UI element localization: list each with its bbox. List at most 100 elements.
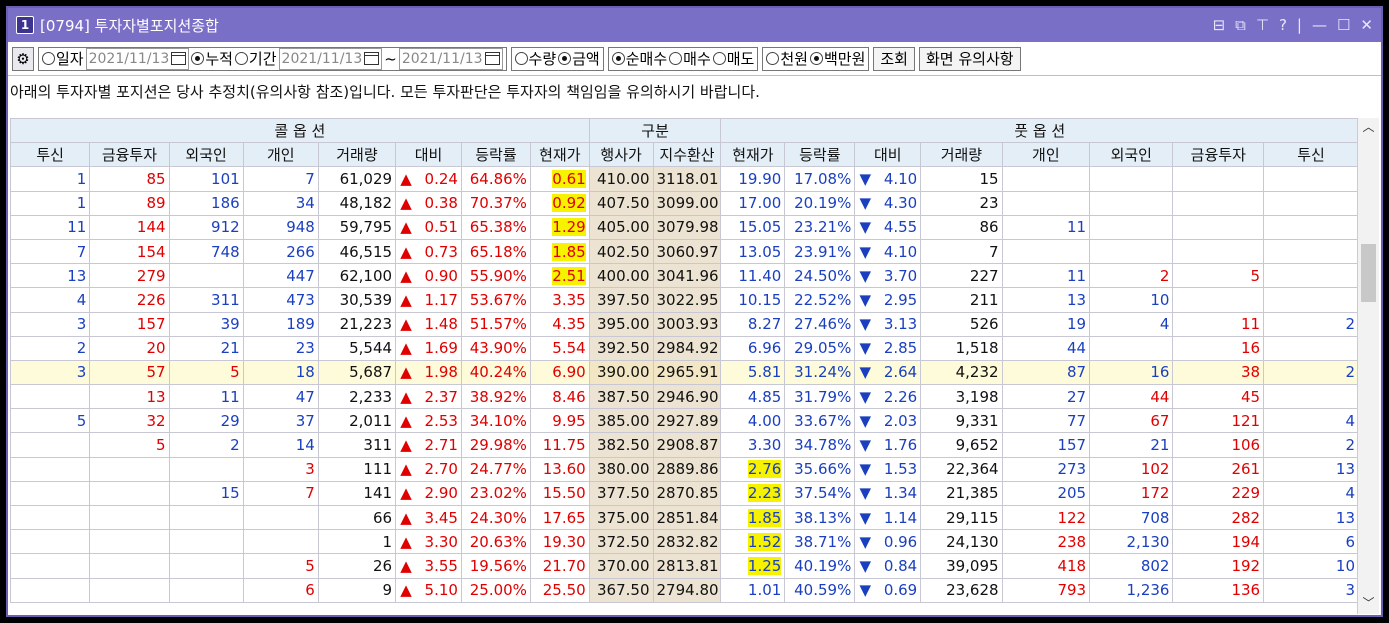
table-row[interactable]: 3 111 ▲ 2.70 24.77% 13.60 380.00 2889.86 2.76 35.… bbox=[10, 456, 1359, 482]
table-cell: 4.00 bbox=[720, 408, 786, 434]
table-row[interactable]: 1 85 101 7 61,029 ▲ 0.24 64.86% 0.61 410.00 3118.0… bbox=[10, 166, 1359, 192]
table-cell: 186 bbox=[168, 190, 244, 216]
screen-notice-button[interactable]: 화면 유의사항 bbox=[918, 46, 1021, 71]
radio-buy[interactable]: 매수 bbox=[669, 48, 711, 69]
table-row[interactable]: 15 7 141 ▲ 2.90 23.02% 15.50 377.50 2870.85 2.23 3… bbox=[10, 480, 1359, 507]
table-row[interactable]: 5 26 ▲ 3.55 19.56% 21.70 370.00 2813.81 1.25 40.1… bbox=[10, 553, 1359, 579]
column-header[interactable]: 투신 bbox=[10, 142, 91, 168]
up-arrow-icon: ▲ bbox=[400, 411, 412, 430]
date-from-input[interactable]: 2021/11/13 bbox=[278, 47, 383, 70]
calendar-icon[interactable] bbox=[484, 52, 500, 65]
column-header[interactable]: 투신 bbox=[1263, 142, 1359, 168]
column-header[interactable]: 거래량 bbox=[317, 142, 397, 168]
table-cell: 7 bbox=[10, 238, 91, 265]
query-button[interactable]: 조회 bbox=[873, 46, 915, 71]
table-cell: 15.50 bbox=[529, 480, 590, 507]
table-cell: 1 bbox=[10, 166, 91, 192]
cell-value: 0.24 bbox=[424, 169, 458, 188]
table-cell: 101 bbox=[168, 166, 244, 192]
column-header[interactable]: 등락률 bbox=[784, 142, 856, 168]
table-row[interactable]: 5 32 29 37 2,011 ▲ 2.53 34.10% 9.95 385.00 2927.89… bbox=[10, 408, 1359, 434]
scroll-up-icon[interactable]: ︿ bbox=[1358, 118, 1379, 138]
radio-thousand-won[interactable]: 천원 bbox=[766, 48, 808, 69]
table-cell: ▼ 4.10 bbox=[854, 166, 922, 192]
table-cell: 793 bbox=[1001, 577, 1091, 603]
table-cell: 375.00 bbox=[588, 504, 654, 531]
table-cell: 3099.00 bbox=[652, 190, 722, 216]
table-row[interactable]: 1 ▲ 3.30 20.63% 19.30 372.50 2832.82 1.52 38.71%… bbox=[10, 529, 1359, 555]
table-row[interactable]: 7 154 748 266 46,515 ▲ 0.73 65.18% 1.85 402.50 306… bbox=[10, 238, 1359, 265]
cell-value: 19.56% bbox=[469, 556, 527, 575]
pin-icon[interactable]: ⊤ bbox=[1256, 16, 1269, 34]
table-cell: 57 bbox=[89, 359, 170, 386]
table-row[interactable]: 3 157 39 189 21,223 ▲ 1.48 51.57% 4.35 395.00 3003… bbox=[10, 311, 1359, 337]
column-header[interactable]: 개인 bbox=[242, 142, 319, 168]
table-row[interactable]: 5 2 14 311 ▲ 2.71 29.98% 11.75 382.50 2908.87 3.30… bbox=[10, 432, 1359, 458]
radio-period[interactable]: 기간 bbox=[234, 48, 277, 69]
radio-daily[interactable]: 일자 bbox=[42, 48, 84, 69]
table-row[interactable]: 4 226 311 473 30,539 ▲ 1.17 53.67% 3.35 397.50 302… bbox=[10, 287, 1359, 313]
table-cell: 13 bbox=[1263, 504, 1359, 531]
cell-value: 2.76 bbox=[747, 460, 782, 479]
radio-million-won[interactable]: 백만원 bbox=[809, 48, 865, 69]
cell-value: 1.85 bbox=[552, 242, 586, 261]
column-header[interactable]: 외국인 bbox=[1089, 142, 1174, 168]
date-single-input[interactable]: 2021/11/13 bbox=[85, 47, 190, 70]
table-cell: 22.52% bbox=[784, 287, 856, 313]
table-row[interactable]: 13 11 47 2,233 ▲ 2.37 38.92% 8.46 387.50 2946.90 4… bbox=[10, 384, 1359, 410]
screen-number-icon[interactable]: 1 bbox=[16, 16, 34, 34]
table-row[interactable]: 1 89 186 34 48,182 ▲ 0.38 70.37% 0.92 407.50 3099.… bbox=[10, 190, 1359, 216]
scroll-thumb[interactable] bbox=[1361, 244, 1376, 302]
table-row[interactable]: 3 57 5 18 5,687 ▲ 1.98 40.24% 6.90 390.00 2965.91 5… bbox=[10, 359, 1359, 386]
table-cell: 40.59% bbox=[784, 577, 856, 603]
table-row[interactable]: 13 279 447 62,100 ▲ 0.90 55.90% 2.51 400.00 3041.… bbox=[10, 263, 1359, 289]
column-header[interactable]: 대비 bbox=[854, 142, 922, 168]
table-cell: 21,223 bbox=[317, 311, 397, 337]
close-icon[interactable]: ✕ bbox=[1360, 16, 1373, 34]
date-to-input[interactable]: 2021/11/13 bbox=[398, 47, 503, 70]
table-cell: 136 bbox=[1172, 577, 1265, 603]
column-header[interactable]: 금융투자 bbox=[89, 142, 170, 168]
cell-value: 2,233 bbox=[349, 387, 393, 406]
column-header[interactable]: 외국인 bbox=[168, 142, 244, 168]
down-arrow-icon: ▼ bbox=[859, 436, 872, 455]
layout-icon[interactable]: ⊟ bbox=[1213, 16, 1226, 34]
new-window-icon[interactable]: ⧉ bbox=[1235, 16, 1246, 34]
table-row[interactable]: 2 20 21 23 5,544 ▲ 1.69 43.90% 5.54 392.50 2984.92… bbox=[10, 335, 1359, 361]
column-header[interactable]: 현재가 bbox=[720, 142, 786, 168]
help-icon[interactable]: ? bbox=[1279, 16, 1287, 34]
column-header[interactable]: 대비 bbox=[395, 142, 462, 168]
cell-value: 0.90 bbox=[424, 266, 458, 285]
cell-value: 0.73 bbox=[424, 242, 458, 261]
up-arrow-icon: ▲ bbox=[400, 460, 412, 479]
table-cell: 6 bbox=[1263, 529, 1359, 555]
radio-cumulative-label: 누적 bbox=[205, 50, 233, 68]
table-row[interactable]: 11 144 912 948 59,795 ▲ 0.51 65.38% 1.29 405.00 30… bbox=[10, 214, 1359, 240]
column-header[interactable]: 금융투자 bbox=[1172, 142, 1265, 168]
table-row[interactable]: 6 9 ▲ 5.10 25.00% 25.50 367.50 2794.80 1.01 40.59… bbox=[10, 577, 1359, 603]
calendar-icon[interactable] bbox=[364, 52, 380, 65]
vertical-scrollbar[interactable]: ︿ ﹀ bbox=[1357, 118, 1379, 614]
radio-qty[interactable]: 수량 bbox=[514, 48, 556, 69]
scroll-down-icon[interactable]: ﹀ bbox=[1358, 594, 1379, 614]
settings-gear-icon[interactable]: ⚙ bbox=[12, 46, 34, 71]
radio-sell[interactable]: 매도 bbox=[712, 48, 754, 69]
radio-amount[interactable]: 금액 bbox=[558, 48, 600, 69]
maximize-icon[interactable]: ☐ bbox=[1337, 16, 1350, 34]
cell-value: 1.14 bbox=[883, 508, 918, 527]
table-row[interactable]: 66 ▲ 3.45 24.30% 17.65 375.00 2851.84 1.85 38.13… bbox=[10, 504, 1359, 531]
table-cell: 13 bbox=[10, 263, 91, 289]
calendar-icon[interactable] bbox=[171, 52, 187, 65]
column-header[interactable]: 거래량 bbox=[920, 142, 1003, 168]
column-header[interactable]: 지수환산 bbox=[652, 142, 722, 168]
minimize-icon[interactable]: — bbox=[1312, 16, 1327, 34]
radio-cumulative[interactable]: 누적 bbox=[191, 48, 233, 69]
table-cell: 5 bbox=[1172, 263, 1265, 289]
column-header[interactable]: 개인 bbox=[1001, 142, 1091, 168]
cell-value: 5.10 bbox=[424, 581, 458, 600]
column-header[interactable]: 등락률 bbox=[460, 142, 531, 168]
column-header[interactable]: 행사가 bbox=[588, 142, 654, 168]
radio-net-buy[interactable]: 순매수 bbox=[611, 48, 667, 69]
column-header[interactable]: 현재가 bbox=[529, 142, 590, 168]
table-cell: 3003.93 bbox=[652, 311, 722, 337]
